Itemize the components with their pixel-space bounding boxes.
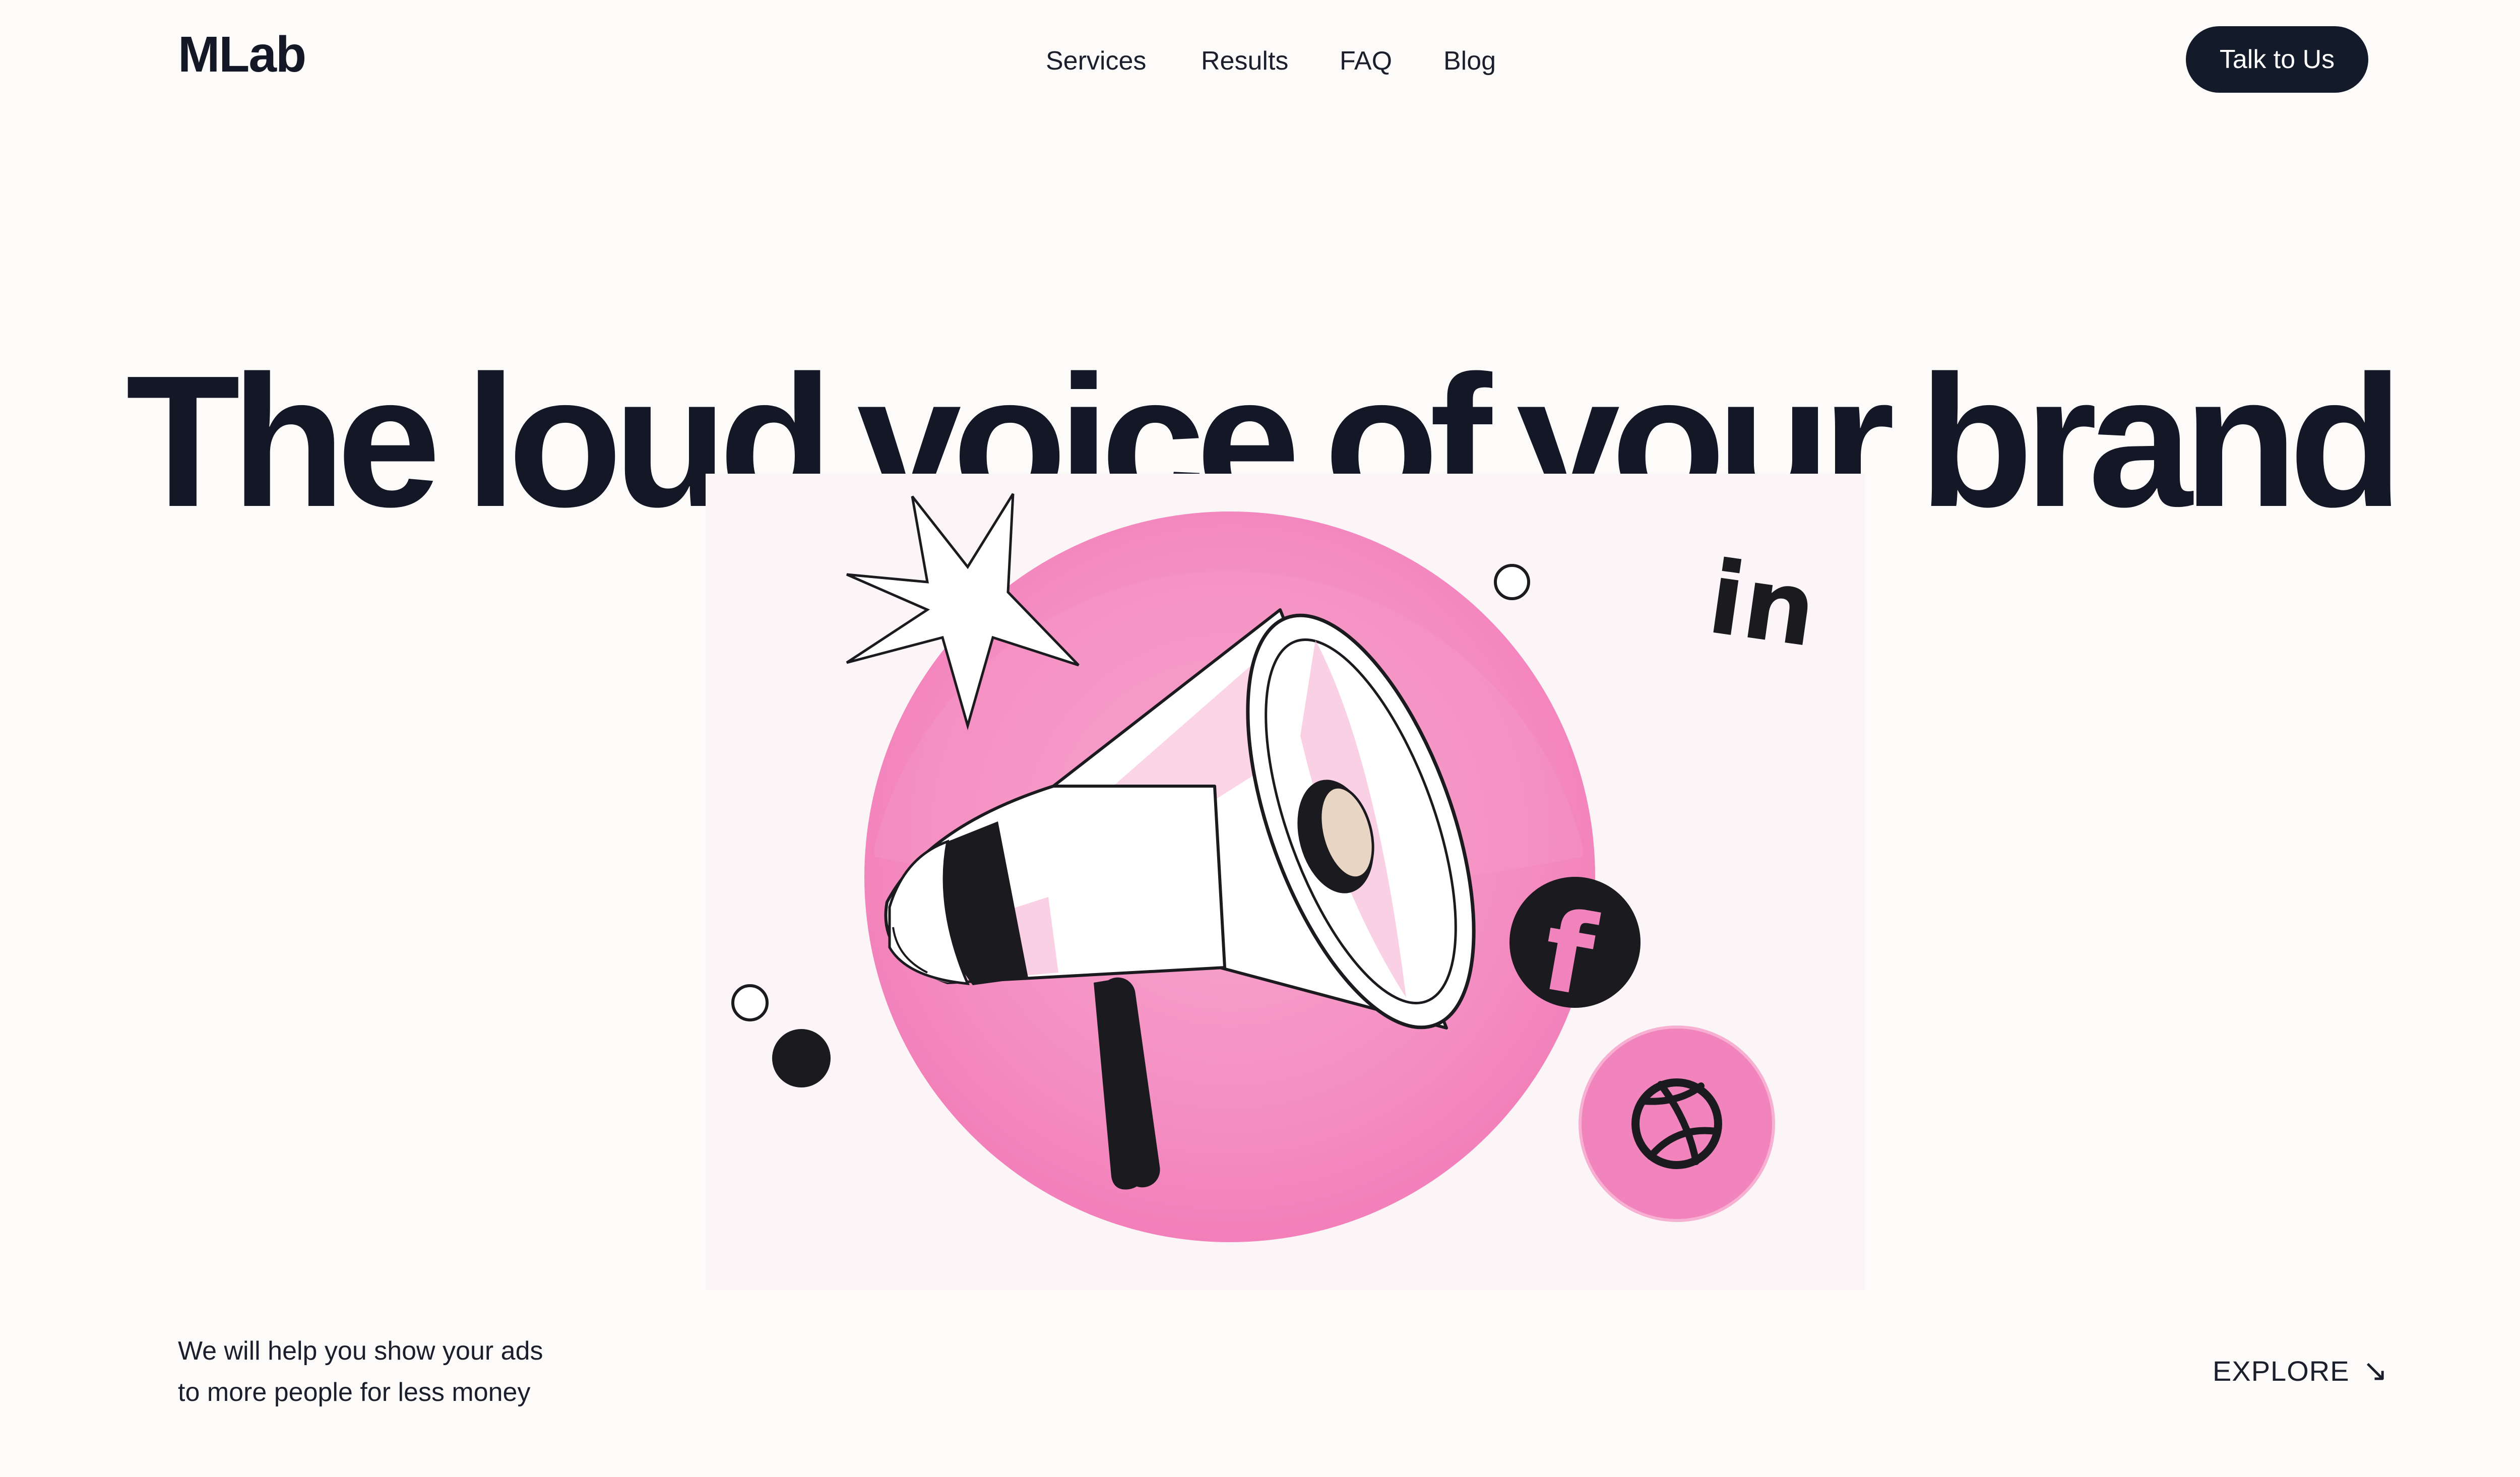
top-navigation-bar: MLab Services Results FAQ Blog Talk to U… [0, 0, 2520, 126]
linkedin-icon: in [1702, 539, 1823, 670]
talk-to-us-button[interactable]: Talk to Us [2186, 26, 2368, 93]
nav-link-blog[interactable]: Blog [1443, 45, 1496, 77]
filled-dot-icon [772, 1029, 831, 1087]
hero-tagline: We will help you show your ads to more p… [178, 1330, 632, 1413]
tagline-line-2: to more people for less money [178, 1378, 531, 1407]
megaphone-illustration: in f [645, 454, 1925, 1290]
hero-illustration: in f [645, 454, 1925, 1290]
arrow-down-right-icon: ↘ [2362, 1354, 2388, 1387]
outline-dot-icon [1494, 564, 1530, 600]
nav-link-faq[interactable]: FAQ [1340, 45, 1392, 77]
nav-link-results[interactable]: Results [1201, 45, 1288, 77]
tagline-line-1: We will help you show your ads [178, 1336, 543, 1366]
nav-link-services[interactable]: Services [1046, 45, 1146, 77]
explore-label: EXPLORE [2213, 1355, 2350, 1387]
main-nav: Services Results FAQ Blog [0, 45, 2520, 81]
svg-text:in: in [1702, 539, 1823, 670]
explore-link[interactable]: EXPLORE ↘ [2213, 1351, 2388, 1391]
dribbble-icon [1579, 1025, 1775, 1222]
outline-dot-icon [731, 984, 769, 1021]
